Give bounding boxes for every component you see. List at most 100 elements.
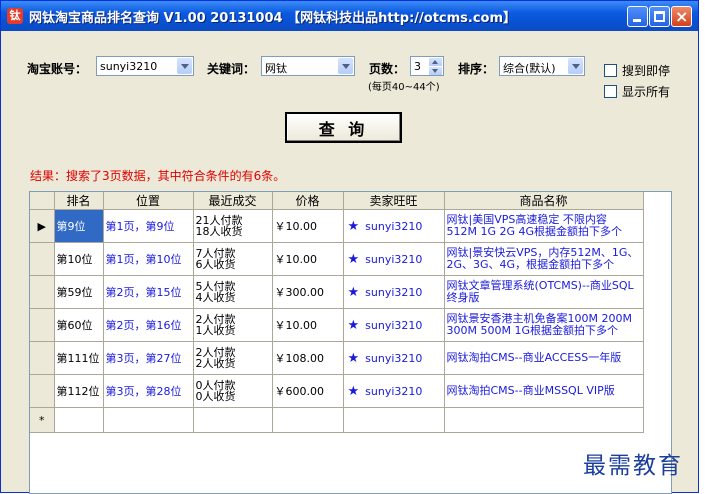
close-button[interactable]: × xyxy=(671,6,692,27)
sort-combo[interactable]: 综合(默认) xyxy=(499,56,585,76)
pages-value: 3 xyxy=(414,60,421,73)
star-icon: ★ xyxy=(347,383,360,399)
deal-cell[interactable]: 0人付款 0人收货 xyxy=(193,374,273,408)
price-cell[interactable]: ￥108.00 xyxy=(272,341,344,375)
product-name-cell[interactable]: 网钛淘拍CMS--商业ACCESS一年版 xyxy=(444,341,644,375)
row-header xyxy=(30,308,55,342)
deal-cell[interactable]: 2人付款 1人收货 xyxy=(193,308,273,342)
main-window: 钛 网钛淘宝商品排名查询 V1.00 20131004 【网钛科技出品http:… xyxy=(0,0,699,494)
rank-cell[interactable]: 第59位 xyxy=(54,275,104,309)
chevron-down-icon[interactable] xyxy=(568,58,583,74)
rank-cell[interactable]: 第10位 xyxy=(54,242,104,276)
empty-cell[interactable] xyxy=(103,407,194,433)
results-grid[interactable]: 排名 位置 最近成交 价格 卖家旺旺 商品名称 ▶ 第9位 第1页，第9位 21… xyxy=(29,191,672,494)
empty-cell[interactable] xyxy=(272,407,344,433)
star-icon: ★ xyxy=(347,350,360,366)
minimize-icon xyxy=(633,19,641,22)
row-header xyxy=(30,341,55,375)
empty-cell[interactable] xyxy=(193,407,273,433)
column-header-rank[interactable]: 排名 xyxy=(54,192,104,210)
title-bar[interactable]: 钛 网钛淘宝商品排名查询 V1.00 20131004 【网钛科技出品http:… xyxy=(1,1,698,31)
maximize-button[interactable] xyxy=(649,6,670,27)
results-table: 排名 位置 最近成交 价格 卖家旺旺 商品名称 ▶ 第9位 第1页，第9位 21… xyxy=(30,192,644,433)
rank-cell[interactable]: 第111位 xyxy=(54,341,104,375)
price-cell[interactable]: ￥10.00 xyxy=(272,209,344,243)
new-row[interactable]: * xyxy=(30,407,644,433)
query-button[interactable]: 查 询 xyxy=(285,112,402,143)
price-cell[interactable]: ￥10.00 xyxy=(272,308,344,342)
column-header-position[interactable]: 位置 xyxy=(103,192,194,210)
deal-cell[interactable]: 21人付款 18人收货 xyxy=(193,209,273,243)
sort-value: 综合(默认) xyxy=(503,62,556,75)
star-icon: ★ xyxy=(347,251,360,267)
row-header xyxy=(30,242,55,276)
product-name-cell[interactable]: 网钛景安香港主机免备案100M 200M 300M 500M 1G根据金额拍下多… xyxy=(444,308,644,342)
product-name-cell[interactable]: 网钛|景安快云VPS，内存512M、1G、2G、3G、4G，根据金额拍下多个 xyxy=(444,242,644,276)
product-name-cell[interactable]: 网钛|美国VPS高速稳定 不限内容 512M 1G 2G 4G根据金额拍下多个 xyxy=(444,209,644,243)
table-row[interactable]: 第112位 第3页，第28位 0人付款 0人收货 ￥600.00 ★ sunyi32… xyxy=(30,374,644,408)
keyword-combo[interactable]: 网钛 xyxy=(261,56,355,76)
account-label: 淘宝账号： xyxy=(27,62,88,76)
received-count: 1人收货 xyxy=(195,324,236,337)
rank-cell[interactable]: 第60位 xyxy=(54,308,104,342)
column-header-deal[interactable]: 最近成交 xyxy=(193,192,273,210)
table-row[interactable]: 第10位 第1页，第10位 7人付款 6人收货 ￥10.00 ★ sunyi3210… xyxy=(30,242,644,276)
window-title: 网钛淘宝商品排名查询 V1.00 20131004 【网钛科技出品http://… xyxy=(29,11,517,26)
table-row[interactable]: 第111位 第3页，第27位 2人付款 2人收货 ￥108.00 ★ sunyi32… xyxy=(30,341,644,375)
position-cell[interactable]: 第1页，第10位 xyxy=(103,242,194,276)
position-cell[interactable]: 第2页，第16位 xyxy=(103,308,194,342)
seller-cell[interactable]: ★ sunyi3210 xyxy=(343,308,445,342)
watermark: 最需教育 xyxy=(583,453,683,479)
seller-cell[interactable]: ★ sunyi3210 xyxy=(343,275,445,309)
column-header-seller[interactable]: 卖家旺旺 xyxy=(343,192,445,210)
stop-on-found-checkbox[interactable]: 搜到即停 xyxy=(604,62,670,79)
empty-cell[interactable] xyxy=(343,407,445,433)
current-row-icon: ▶ xyxy=(30,209,55,243)
chevron-up-icon[interactable] xyxy=(429,58,442,66)
position-cell[interactable]: 第2页，第15位 xyxy=(103,275,194,309)
deal-cell[interactable]: 7人付款 6人收货 xyxy=(193,242,273,276)
column-header-name[interactable]: 商品名称 xyxy=(444,192,644,210)
seller-cell[interactable]: ★ sunyi3210 xyxy=(343,209,445,243)
price-cell[interactable]: ￥300.00 xyxy=(272,275,344,309)
table-row[interactable]: 第59位 第2页，第15位 5人付款 4人收货 ￥300.00 ★ sunyi321… xyxy=(30,275,644,309)
deal-cell[interactable]: 5人付款 4人收货 xyxy=(193,275,273,309)
close-icon: × xyxy=(675,7,689,26)
seller-name: sunyi3210 xyxy=(365,219,423,233)
product-name-cell[interactable]: 网钛文章管理系统(OTCMS)--商业SQL终身版 xyxy=(444,275,644,309)
seller-cell[interactable]: ★ sunyi3210 xyxy=(343,242,445,276)
show-all-checkbox[interactable]: 显示所有 xyxy=(604,83,670,100)
position-cell[interactable]: 第1页，第9位 xyxy=(103,209,194,243)
show-all-label: 显示所有 xyxy=(622,85,671,99)
empty-cell[interactable] xyxy=(54,407,104,433)
rank-cell[interactable]: 第9位 xyxy=(54,209,104,243)
position-cell[interactable]: 第3页，第28位 xyxy=(103,374,194,408)
received-count: 0人收货 xyxy=(195,390,236,403)
seller-cell[interactable]: ★ sunyi3210 xyxy=(343,341,445,375)
product-name-cell[interactable]: 网钛淘拍CMS--商业MSSQL VIP版 xyxy=(444,374,644,408)
seller-name: sunyi3210 xyxy=(365,285,423,299)
rank-cell[interactable]: 第112位 xyxy=(54,374,104,408)
checkbox-icon[interactable] xyxy=(604,85,617,98)
table-row[interactable]: ▶ 第9位 第1页，第9位 21人付款 18人收货 ￥10.00 ★ sunyi32… xyxy=(30,209,644,243)
price-cell[interactable]: ￥10.00 xyxy=(272,242,344,276)
column-header-price[interactable]: 价格 xyxy=(272,192,344,210)
account-combo[interactable]: sunyi3210 xyxy=(96,56,194,76)
checkbox-icon[interactable] xyxy=(604,64,617,77)
chevron-down-icon[interactable] xyxy=(338,58,353,74)
chevron-down-icon[interactable] xyxy=(177,58,192,74)
seller-cell[interactable]: ★ sunyi3210 xyxy=(343,374,445,408)
chevron-down-icon[interactable] xyxy=(429,67,442,75)
deal-cell[interactable]: 2人付款 2人收货 xyxy=(193,341,273,375)
position-cell[interactable]: 第3页，第27位 xyxy=(103,341,194,375)
price-cell[interactable]: ￥600.00 xyxy=(272,374,344,408)
keyword-label: 关键词： xyxy=(207,62,256,76)
minimize-button[interactable] xyxy=(627,6,648,27)
pages-stepper[interactable]: 3 xyxy=(410,56,444,76)
star-icon: ★ xyxy=(347,317,360,333)
row-header xyxy=(30,275,55,309)
star-icon: ★ xyxy=(347,284,360,300)
empty-cell[interactable] xyxy=(444,407,644,433)
seller-name: sunyi3210 xyxy=(365,252,423,266)
table-row[interactable]: 第60位 第2页，第16位 2人付款 1人收货 ￥10.00 ★ sunyi3210… xyxy=(30,308,644,342)
